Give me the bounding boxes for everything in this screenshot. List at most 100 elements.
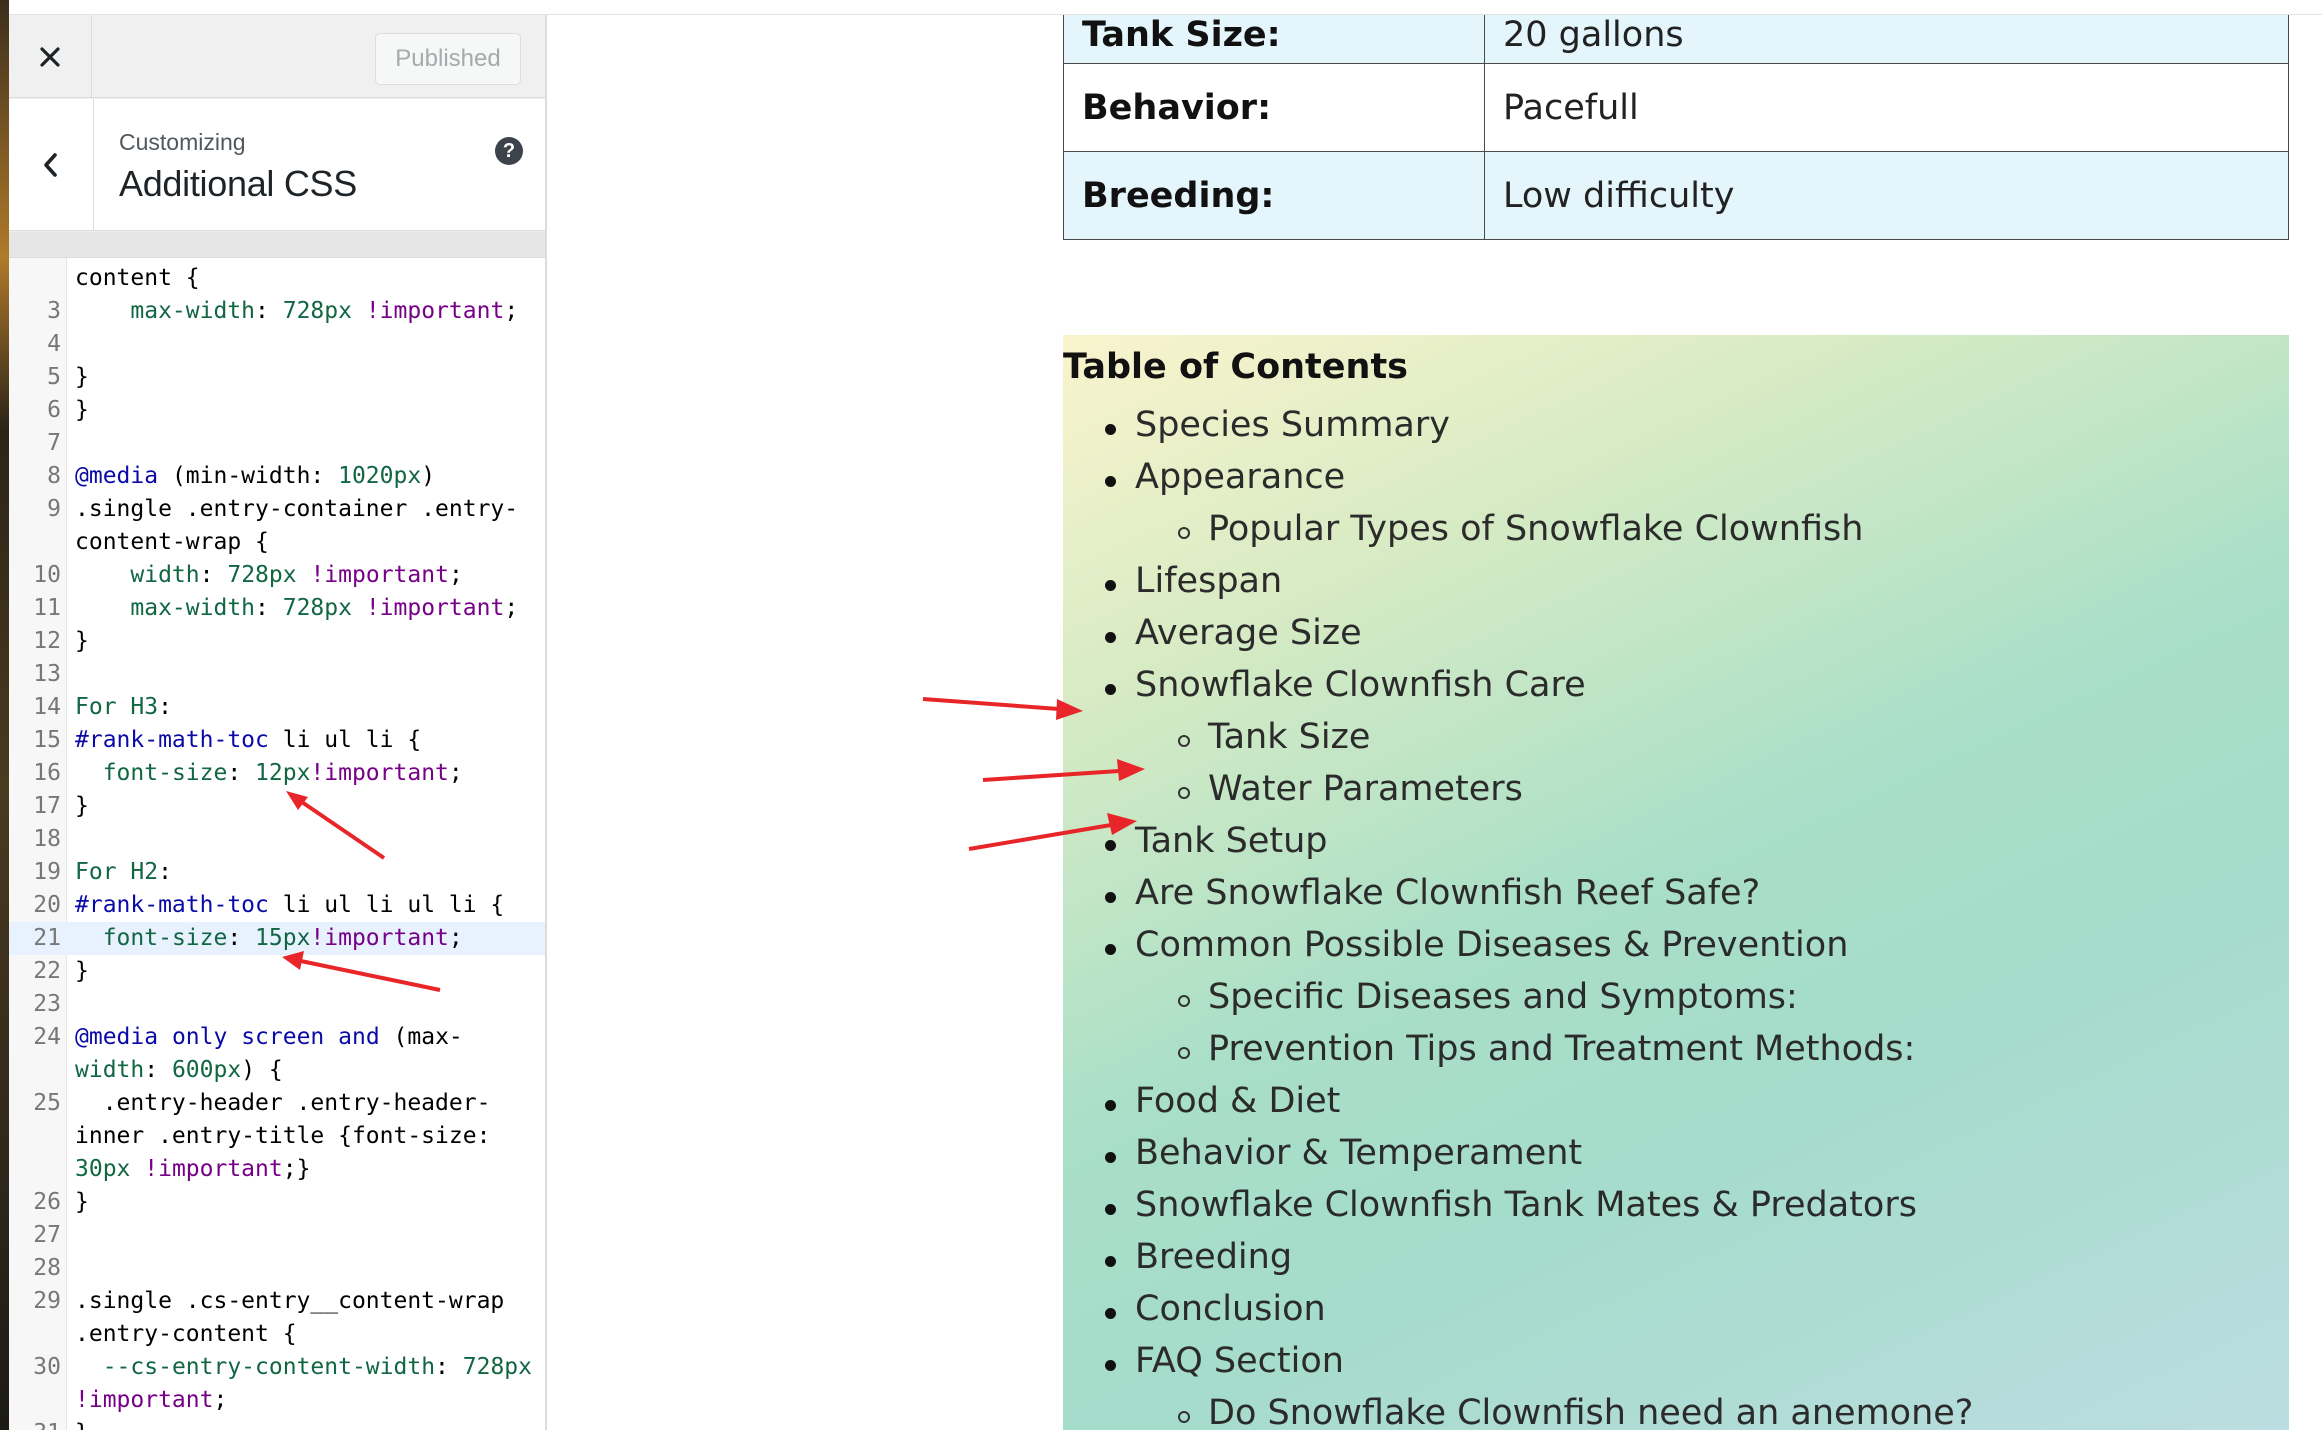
toc-item[interactable]: Behavior & Temperament (1105, 1133, 1582, 1173)
code-text: font-size: 12px!important; (102, 760, 463, 786)
toc-subitem[interactable]: Prevention Tips and Treatment Methods: (1178, 1029, 1915, 1069)
code-line[interactable]: 19 For H2: (9, 856, 545, 889)
toc-item[interactable]: Species Summary (1105, 405, 1450, 445)
toc-link-text[interactable]: Snowflake Clownfish Care (1135, 665, 1586, 705)
toc-item[interactable]: Are Snowflake Clownfish Reef Safe? (1105, 873, 1760, 913)
disc-bullet-icon (1105, 1360, 1116, 1371)
code-line[interactable]: 12} (9, 625, 545, 658)
code-line[interactable]: 18 (9, 823, 545, 856)
line-number: 14 (33, 694, 61, 720)
customizer-sidebar: Published Customizing Additional CSS ? c… (9, 15, 547, 1430)
line-number: 24 (33, 1024, 61, 1050)
toc-link-text[interactable]: FAQ Section (1135, 1341, 1344, 1381)
code-line[interactable]: 8 @media (min-width: 1020px) (9, 460, 545, 493)
code-line[interactable]: 13 (9, 658, 545, 691)
toc-link-text[interactable]: Snowflake Clownfish Tank Mates & Predato… (1135, 1185, 1917, 1225)
code-line[interactable]: 9 .single .entry-container .entry- (9, 493, 545, 526)
code-line[interactable]: width: 600px) { (9, 1054, 545, 1087)
code-line[interactable]: 27 (9, 1219, 545, 1252)
toc-subitem[interactable]: Specific Diseases and Symptoms: (1178, 977, 1798, 1017)
code-line[interactable]: content { (9, 262, 545, 295)
toc-item[interactable]: Food & Diet (1105, 1081, 1340, 1121)
help-icon[interactable]: ? (495, 137, 523, 165)
toc-item[interactable]: Breeding (1105, 1237, 1292, 1277)
toc-link-text[interactable]: Prevention Tips and Treatment Methods: (1208, 1029, 1915, 1069)
code-line[interactable]: 16 font-size: 12px!important; (9, 757, 545, 790)
toc-link-text[interactable]: Are Snowflake Clownfish Reef Safe? (1135, 873, 1760, 913)
toc-link-text[interactable]: Behavior & Temperament (1135, 1133, 1582, 1173)
disc-bullet-icon (1105, 1100, 1116, 1111)
code-line[interactable]: 6} (9, 394, 545, 427)
toc-link-text[interactable]: Food & Diet (1135, 1081, 1340, 1121)
code-text: } (75, 1189, 89, 1215)
close-button[interactable] (9, 15, 92, 98)
circle-bullet-icon (1178, 735, 1190, 747)
code-line[interactable]: 25 .entry-header .entry-header- (9, 1087, 545, 1120)
toc-item[interactable]: FAQ Section (1105, 1341, 1344, 1381)
toc-item[interactable]: Snowflake Clownfish Care (1105, 665, 1586, 705)
toc-link-text[interactable]: Average Size (1135, 613, 1362, 653)
toc-item[interactable]: Conclusion (1105, 1289, 1326, 1329)
code-text: } (75, 958, 89, 984)
disc-bullet-icon (1105, 476, 1116, 487)
toc-link-text[interactable]: Specific Diseases and Symptoms: (1208, 977, 1798, 1017)
code-line[interactable]: 23 (9, 988, 545, 1021)
code-text: 30px !important;} (75, 1156, 311, 1182)
code-line[interactable]: 28 (9, 1252, 545, 1285)
code-line[interactable]: 20 #rank-math-toc li ul li ul li { (9, 889, 545, 922)
line-number: 26 (33, 1189, 61, 1215)
line-number: 31 (9, 1417, 61, 1430)
code-line[interactable]: 29 .single .cs-entry__content-wrap (9, 1285, 545, 1318)
code-line[interactable]: 7 (9, 427, 545, 460)
line-number: 10 (33, 562, 61, 588)
code-line[interactable]: !important; (9, 1384, 545, 1417)
code-line[interactable]: 5} (9, 361, 545, 394)
toc-item[interactable]: Lifespan (1105, 561, 1282, 601)
code-line[interactable]: 15 #rank-math-toc li ul li { (9, 724, 545, 757)
code-line[interactable]: 30 --cs-entry-content-width: 728px (9, 1351, 545, 1384)
code-line[interactable]: inner .entry-title {font-size: (9, 1120, 545, 1153)
code-line[interactable]: .entry-content { (9, 1318, 545, 1351)
toc-subitem[interactable]: Water Parameters (1178, 769, 1523, 809)
toc-subitem[interactable]: Tank Size (1178, 717, 1370, 757)
code-line[interactable]: 17} (9, 790, 545, 823)
toc-link-text[interactable]: Common Possible Diseases & Prevention (1135, 925, 1848, 965)
published-button[interactable]: Published (375, 33, 521, 85)
disc-bullet-icon (1105, 944, 1116, 955)
back-button[interactable] (9, 99, 94, 231)
toc-link-text[interactable]: Tank Setup (1135, 821, 1327, 861)
code-line[interactable]: 11 max-width: 728px !important; (9, 592, 545, 625)
css-code-editor[interactable]: content {3 max-width: 728px !important; 4… (9, 258, 545, 1430)
close-icon (40, 46, 60, 67)
toc-item[interactable]: Tank Setup (1105, 821, 1327, 861)
toc-link-text[interactable]: Popular Types of Snowflake Clownfish (1208, 509, 1863, 549)
toc-subitem[interactable]: Do Snowflake Clownfish need an anemone? (1178, 1393, 1973, 1430)
code-line[interactable]: content-wrap { (9, 526, 545, 559)
code-line[interactable]: 26} (9, 1186, 545, 1219)
toc-link-text[interactable]: Tank Size (1208, 717, 1370, 757)
code-line[interactable]: 14 For H3: (9, 691, 545, 724)
toc-link-text[interactable]: Water Parameters (1208, 769, 1523, 809)
code-line[interactable]: 24 @media only screen and (max- (9, 1021, 545, 1054)
toc-link-text[interactable]: Breeding (1135, 1237, 1292, 1277)
toc-item[interactable]: Snowflake Clownfish Tank Mates & Predato… (1105, 1185, 1917, 1225)
code-line[interactable]: 31} (9, 1417, 545, 1430)
toc-link-text[interactable]: Appearance (1135, 457, 1345, 497)
toc-subitem[interactable]: Popular Types of Snowflake Clownfish (1178, 509, 1863, 549)
code-line[interactable]: 30px !important;} (9, 1153, 545, 1186)
toc-link-text[interactable]: Lifespan (1135, 561, 1282, 601)
spec-value: Low difficulty (1484, 151, 2289, 240)
code-line[interactable]: 22} (9, 955, 545, 988)
spec-value: Pacefull (1484, 63, 2289, 152)
code-line[interactable]: 3 max-width: 728px !important; (9, 295, 545, 328)
code-line[interactable]: 21 font-size: 15px!important; (9, 922, 545, 955)
code-line[interactable]: 4 (9, 328, 545, 361)
toc-link-text[interactable]: Do Snowflake Clownfish need an anemone? (1208, 1393, 1973, 1430)
toc-item[interactable]: Appearance (1105, 457, 1345, 497)
toc-link-text[interactable]: Conclusion (1135, 1289, 1326, 1329)
code-line[interactable]: 10 width: 728px !important; (9, 559, 545, 592)
toc-item[interactable]: Common Possible Diseases & Prevention (1105, 925, 1848, 965)
toc-item[interactable]: Average Size (1105, 613, 1362, 653)
toc-link-text[interactable]: Species Summary (1135, 405, 1450, 445)
table-row: Behavior: Pacefull (1063, 63, 2289, 152)
